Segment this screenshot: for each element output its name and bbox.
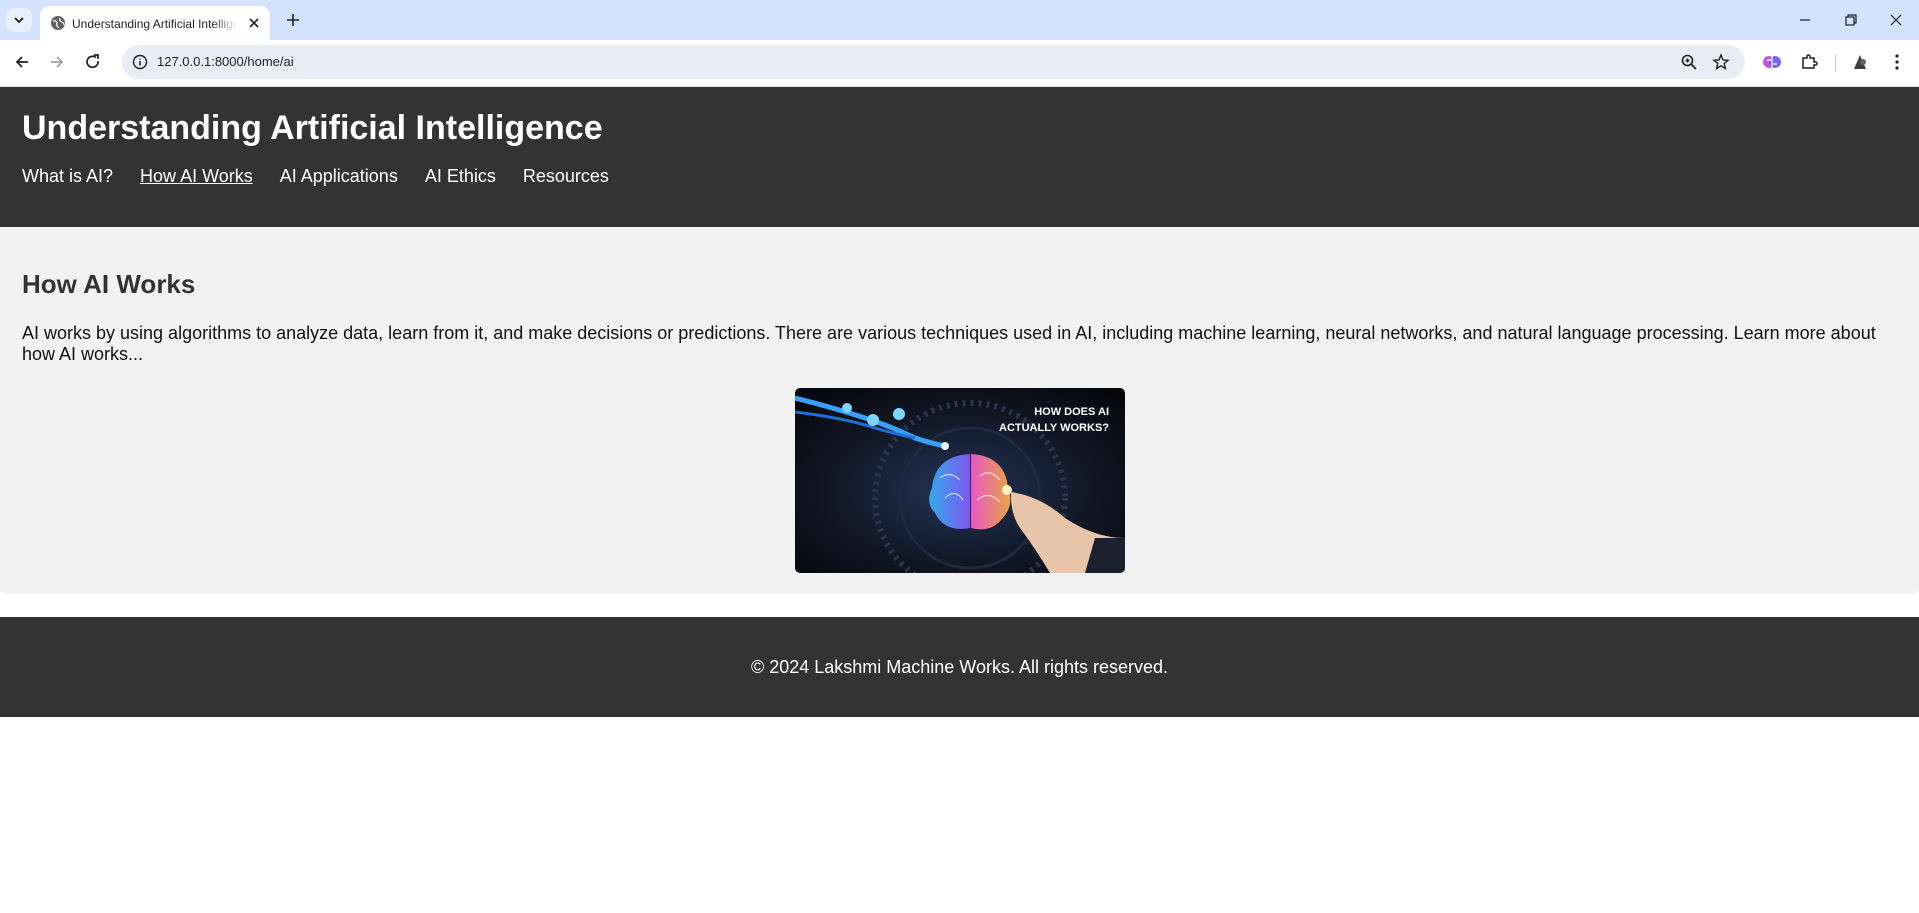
browser-tab-active[interactable]: Understanding Artificial Intelligence <box>40 6 270 40</box>
window-close-icon[interactable] <box>1886 10 1906 30</box>
site-nav: What is AI? How AI Works AI Applications… <box>22 166 609 187</box>
site-footer: © 2024 Lakshmi Machine Works. All rights… <box>0 617 1919 717</box>
nav-link-ai-ethics[interactable]: AI Ethics <box>425 166 496 187</box>
site-info-icon[interactable] <box>132 54 148 70</box>
new-tab-plus-icon[interactable] <box>282 9 304 31</box>
site-header: Understanding Artificial Intelligence Wh… <box>0 87 1919 227</box>
extensions-puzzle-icon[interactable] <box>1799 52 1819 72</box>
tab-title: Understanding Artificial Intelligence <box>72 17 237 31</box>
section-paragraph: AI works by using algorithms to analyze … <box>22 323 1876 364</box>
restore-icon[interactable] <box>1841 10 1861 30</box>
bookmark-star-icon[interactable] <box>1712 53 1730 71</box>
browser-toolbar: 127.0.0.1:8000/home/ai <box>0 40 1919 87</box>
nav-link-resources[interactable]: Resources <box>523 166 609 187</box>
address-url[interactable]: 127.0.0.1:8000/home/ai <box>157 45 294 79</box>
browser-tab-bar: Understanding Artificial Intelligence <box>0 0 1919 40</box>
globe-icon <box>51 16 65 30</box>
reload-icon[interactable] <box>83 52 103 72</box>
minimize-icon[interactable] <box>1795 10 1815 30</box>
forward-arrow-icon[interactable] <box>47 52 67 72</box>
brain-extension-icon[interactable] <box>1762 52 1782 72</box>
address-bar[interactable]: 127.0.0.1:8000/home/ai <box>122 45 1745 79</box>
section-heading: How AI Works <box>22 269 196 299</box>
chevron-down-icon <box>14 17 24 24</box>
ai-brain-image: HOW DOES AI ACTUALLY WORKS? <box>795 388 1125 573</box>
profile-avatar-icon[interactable] <box>1851 52 1871 72</box>
site-title: Understanding Artificial Intelligence <box>22 109 603 147</box>
nav-link-ai-applications[interactable]: AI Applications <box>280 166 398 187</box>
copyright-text: © 2024 Lakshmi Machine Works. All rights… <box>750 657 1169 677</box>
zoom-icon[interactable] <box>1680 53 1698 71</box>
back-arrow-icon[interactable] <box>12 52 32 72</box>
image-caption: HOW DOES AI ACTUALLY WORKS? <box>999 406 1109 434</box>
nav-link-how-ai-works[interactable]: How AI Works <box>140 166 253 187</box>
tab-search-button[interactable] <box>6 8 32 32</box>
more-menu-icon[interactable] <box>1887 52 1907 72</box>
toolbar-separator <box>1835 54 1836 72</box>
nav-link-what-is-ai[interactable]: What is AI? <box>22 166 113 187</box>
how-ai-works-section: How AI Works AI works by using algorithm… <box>0 227 1919 594</box>
close-tab-icon[interactable] <box>246 15 262 31</box>
